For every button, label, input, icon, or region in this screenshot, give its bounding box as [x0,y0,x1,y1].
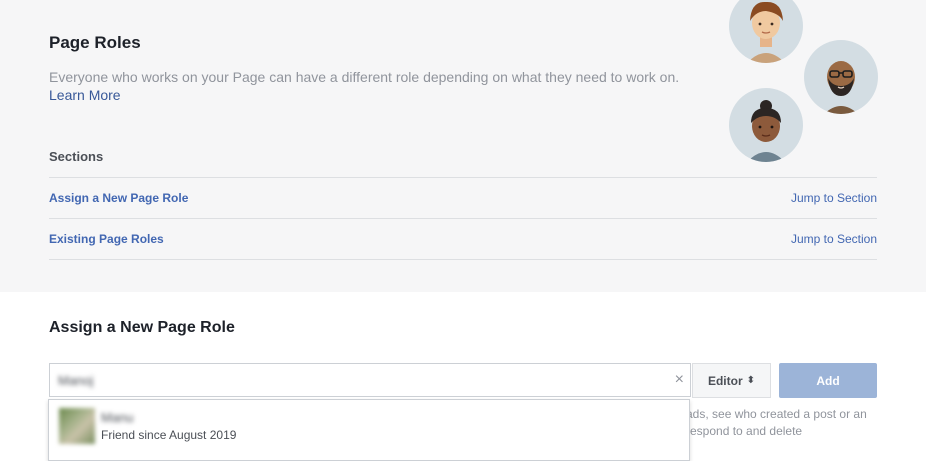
suggestion-name: Manu [101,410,134,425]
sort-arrows-icon: ⬍ [746,375,756,386]
avatar-illustration-woman-light [729,0,803,63]
sections-heading: Sections [49,149,104,164]
avatar-illustration-woman-bun [729,88,803,162]
divider [49,177,877,178]
page-roles-header-panel: Page Roles Everyone who works on your Pa… [0,0,926,292]
assign-new-role-heading: Assign a New Page Role [49,319,235,336]
divider [49,259,877,260]
page-title: Page Roles [49,33,141,52]
jump-to-section-link[interactable]: Jump to Section [791,232,877,246]
person-search-input[interactable]: Manoj × [49,363,691,397]
add-button[interactable]: Add [779,363,877,398]
role-select-dropdown[interactable]: Editor ⬍ [692,363,771,398]
avatar-illustration-man-glasses [804,40,878,114]
search-input-value: Manoj [58,373,94,388]
search-suggestions-dropdown: Manu Friend since August 2019 [48,399,690,461]
divider [49,218,877,219]
section-link-existing-roles[interactable]: Existing Page Roles [49,232,164,246]
page-roles-description: Everyone who works on your Page can have… [49,69,680,85]
section-link-assign-new-role[interactable]: Assign a New Page Role [49,191,188,205]
learn-more-link[interactable]: Learn More [49,86,121,104]
role-help-text: ads, see who created a post or an respon… [686,407,867,438]
role-select-value: Editor [707,373,743,388]
suggestion-avatar [59,408,95,444]
suggestion-subtitle: Friend since August 2019 [101,428,237,442]
suggestion-item[interactable]: Manu Friend since August 2019 [49,400,689,448]
jump-to-section-link[interactable]: Jump to Section [791,191,877,205]
clear-icon[interactable]: × [675,371,684,389]
